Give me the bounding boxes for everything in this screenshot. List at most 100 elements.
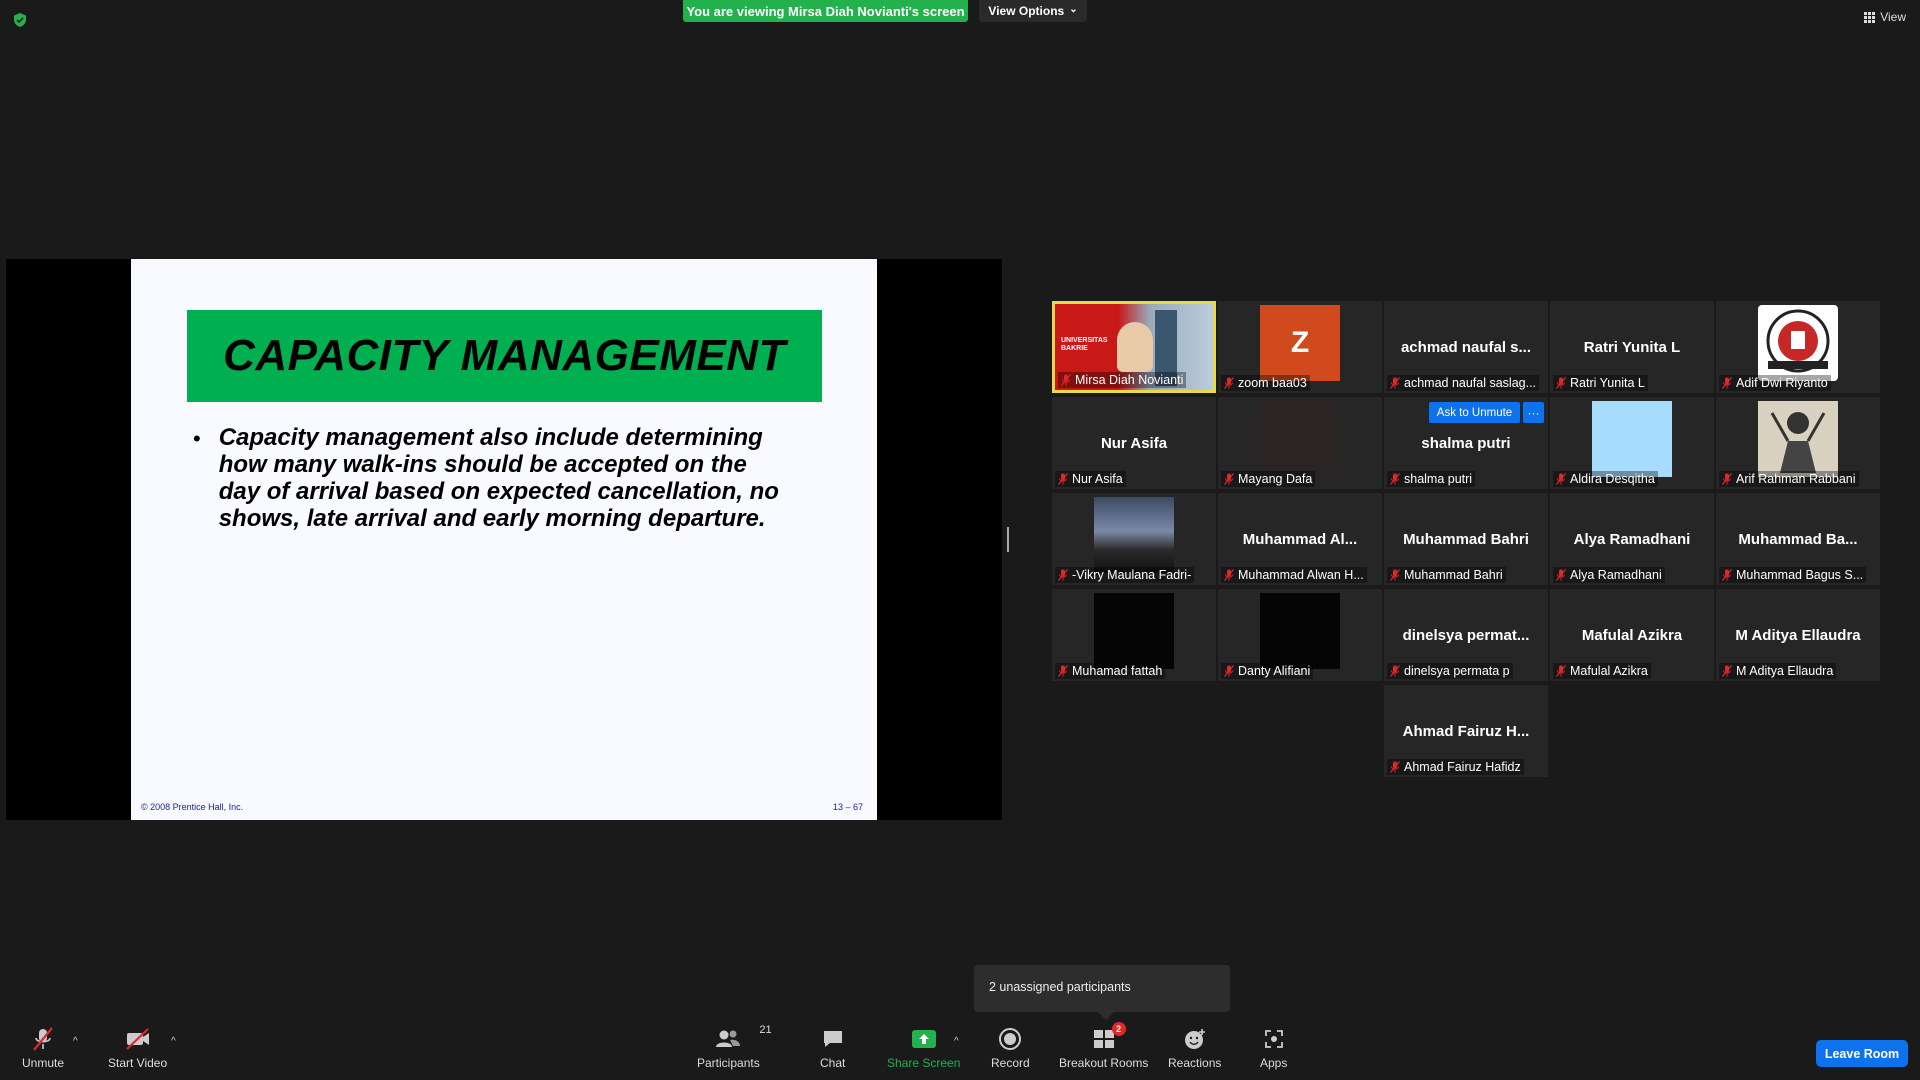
participant-label: Muhammad Alwan H...	[1221, 567, 1367, 583]
participant-tile[interactable]: dinelsya permat... dinelsya permata p	[1384, 589, 1548, 681]
video-off-icon	[125, 1028, 149, 1050]
slide-page-number: 13 – 67	[832, 802, 863, 812]
participant-tile[interactable]: Mafulal Azikra Mafulal Azikra	[1550, 589, 1714, 681]
muted-mic-icon	[1058, 569, 1068, 581]
participant-name: M Aditya Ellaudra	[1736, 664, 1834, 678]
more-options-button[interactable]: ···	[1523, 402, 1544, 423]
muted-mic-icon	[1722, 665, 1732, 677]
participant-display-name: Ratri Yunita L	[1583, 339, 1681, 356]
participant-tile[interactable]: Muhammad Al... Muhammad Alwan H...	[1218, 493, 1382, 585]
ask-to-unmute-button[interactable]: Ask to Unmute	[1429, 402, 1520, 423]
muted-mic-icon	[1061, 374, 1071, 386]
participant-tile[interactable]: Danty Alifiani	[1218, 589, 1382, 681]
bullet-point: •	[193, 426, 201, 451]
chat-label: Chat	[820, 1056, 846, 1070]
chat-icon	[823, 1031, 842, 1047]
apps-button[interactable]: Apps	[1260, 1024, 1287, 1070]
participant-name: Ratri Yunita L	[1570, 376, 1645, 390]
participant-label: Muhammad Bahri	[1387, 567, 1506, 583]
view-options-label: View Options	[988, 4, 1065, 18]
slide-line: Capacity management also include determi…	[218, 424, 763, 451]
participant-label: shalma putri	[1387, 471, 1476, 487]
slide-title-box: CAPACITY MANAGEMENT	[187, 310, 822, 402]
slide-title: CAPACITY MANAGEMENT	[223, 331, 786, 380]
participant-video	[1592, 401, 1672, 477]
muted-mic-icon	[1390, 665, 1400, 677]
participant-video	[1260, 593, 1340, 669]
presenter-face	[1117, 322, 1153, 372]
view-label: View	[1880, 10, 1906, 24]
unassigned-participants-tooltip: 2 unassigned participants	[974, 965, 1230, 1020]
muted-mic-icon	[1390, 761, 1400, 773]
participant-tile[interactable]: Alya Ramadhani Alya Ramadhani	[1550, 493, 1714, 585]
resize-splitter[interactable]	[1007, 527, 1009, 552]
audio-options-caret-icon[interactable]: ^	[73, 1036, 78, 1047]
video-options-caret-icon[interactable]: ^	[171, 1036, 176, 1047]
shared-screen[interactable]: CAPACITY MANAGEMENT • Capacity managemen…	[6, 259, 1002, 820]
share-screen-button[interactable]: Share Screen	[887, 1024, 960, 1070]
participants-count: 21	[759, 1024, 772, 1036]
participant-tile[interactable]: Arif Rahman Rabbani	[1716, 397, 1880, 489]
participant-tile[interactable]: Muhammad Ba... Muhammad Bagus S...	[1716, 493, 1880, 585]
apps-label: Apps	[1260, 1056, 1288, 1070]
participant-video	[1260, 401, 1340, 477]
presentation-slide: CAPACITY MANAGEMENT • Capacity managemen…	[131, 259, 877, 820]
view-layout-button[interactable]: View	[1864, 10, 1906, 24]
view-options-button[interactable]: View Options ⌄	[979, 0, 1087, 22]
participant-tile[interactable]: Ratri Yunita L Ratri Yunita L	[1550, 301, 1714, 393]
muted-mic-icon	[1722, 473, 1732, 485]
participants-button[interactable]: 21 Participants	[697, 1024, 772, 1070]
leave-room-button[interactable]: Leave Room	[1816, 1040, 1908, 1067]
encryption-shield-icon[interactable]	[12, 12, 28, 28]
chat-button[interactable]: Chat	[820, 1024, 845, 1070]
slide-line: day of arrival based on expected cancell…	[218, 478, 779, 505]
participant-tile[interactable]: Muhamad fattah	[1052, 589, 1216, 681]
zoom-meeting-window: You are viewing Mirsa Diah Novianti's sc…	[0, 0, 1920, 1080]
participant-name: Alya Ramadhani	[1570, 568, 1662, 582]
start-video-button[interactable]: Start Video	[108, 1024, 167, 1070]
participant-label: Nur Asifa	[1055, 471, 1126, 487]
participant-name: zoom baa03	[1238, 376, 1307, 390]
participant-tile[interactable]: achmad naufal s... achmad naufal saslag..…	[1384, 301, 1548, 393]
participant-name: Adif Dwi Riyanto	[1736, 376, 1828, 390]
participant-tile[interactable]: Aldira Desqitha	[1550, 397, 1714, 489]
participant-tile[interactable]: UNIVERSITAS BAKRIE Mirsa Diah Novianti	[1052, 301, 1216, 393]
participant-tile[interactable]: Ahmad Fairuz H... Ahmad Fairuz Hafidz	[1384, 685, 1548, 777]
participant-name: Ahmad Fairuz Hafidz	[1404, 760, 1521, 774]
participant-label: Mayang Dafa	[1221, 471, 1316, 487]
participant-tile[interactable]: -Vikry Maulana Fadri-	[1052, 493, 1216, 585]
muted-mic-icon	[1224, 665, 1234, 677]
participant-display-name: Ahmad Fairuz H...	[1402, 723, 1530, 740]
participant-label: Ratri Yunita L	[1553, 375, 1648, 391]
participant-tile[interactable]: Zzoom baa03	[1218, 301, 1382, 393]
reactions-label: Reactions	[1168, 1056, 1222, 1070]
participant-tile[interactable]: Nur Asifa Nur Asifa	[1052, 397, 1216, 489]
record-label: Record	[991, 1056, 1030, 1070]
participant-label: Ahmad Fairuz Hafidz	[1387, 759, 1524, 775]
participant-label: Aldira Desqitha	[1553, 471, 1658, 487]
participant-label: achmad naufal saslag...	[1387, 375, 1540, 391]
participant-tile[interactable]: Adif Dwi Riyanto	[1716, 301, 1880, 393]
unmute-button[interactable]: Unmute	[22, 1024, 64, 1070]
participant-name: Aldira Desqitha	[1570, 472, 1655, 486]
participant-label: Mafulal Azikra	[1553, 663, 1651, 679]
participant-display-name: shalma putri	[1421, 435, 1511, 452]
participant-label: M Aditya Ellaudra	[1719, 663, 1837, 679]
participant-display-name: Nur Asifa	[1100, 435, 1168, 452]
grid-icon	[1864, 11, 1876, 23]
unmute-label: Unmute	[22, 1056, 65, 1070]
record-button[interactable]: Record	[991, 1024, 1030, 1070]
muted-mic-icon	[1722, 377, 1732, 389]
participant-name: shalma putri	[1404, 472, 1473, 486]
participants-label: Participants	[697, 1056, 760, 1070]
reactions-button[interactable]: Reactions	[1168, 1024, 1221, 1070]
participant-tile[interactable]: Mayang Dafa	[1218, 397, 1382, 489]
breakout-rooms-button[interactable]: 2 Breakout Rooms	[1059, 1022, 1148, 1070]
slide-line: how many walk-ins should be accepted on …	[218, 451, 747, 478]
participant-tile[interactable]: Muhammad Bahri Muhammad Bahri	[1384, 493, 1548, 585]
participant-name: achmad naufal saslag...	[1404, 376, 1537, 390]
participant-tile[interactable]: M Aditya Ellaudra M Aditya Ellaudra	[1716, 589, 1880, 681]
share-options-caret-icon[interactable]: ^	[954, 1036, 959, 1047]
slide-copyright: © 2008 Prentice Hall, Inc.	[141, 802, 244, 812]
muted-mic-icon	[1390, 569, 1400, 581]
